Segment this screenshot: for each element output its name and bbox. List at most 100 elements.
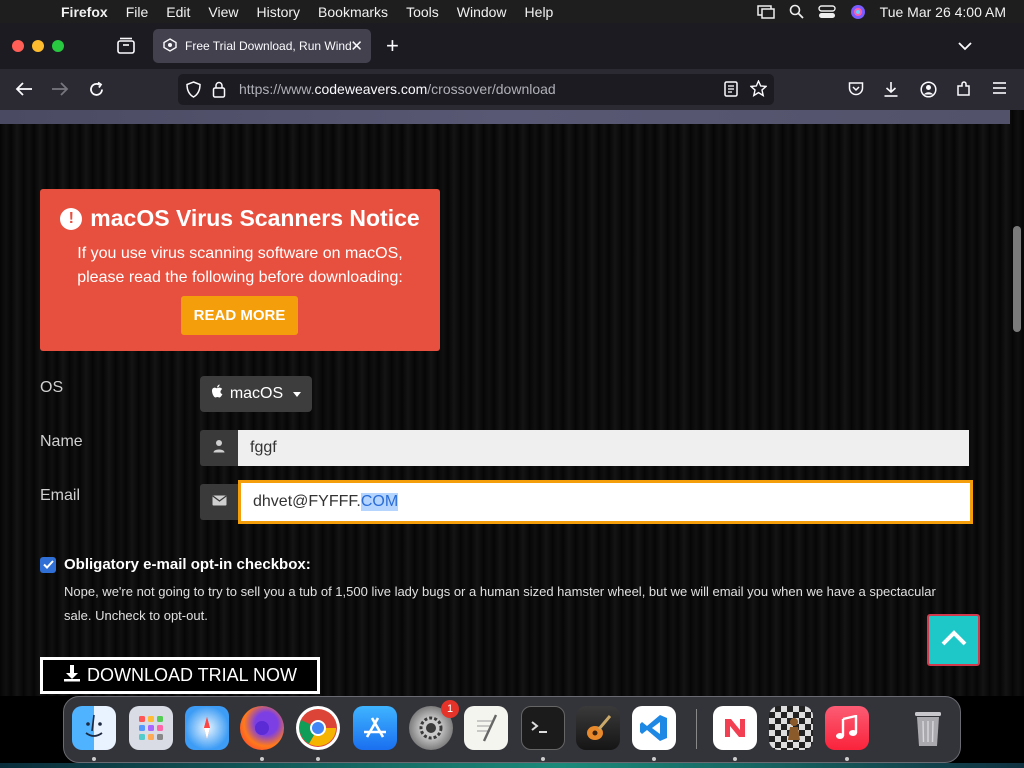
virus-scanner-notice: ! macOS Virus Scanners Notice If you use … [40, 189, 440, 351]
finder-icon[interactable] [72, 706, 116, 750]
firefox-running-dot [260, 757, 264, 761]
extensions-icon[interactable] [956, 81, 972, 102]
name-input-value: fggf [250, 439, 277, 456]
email-label: Email [40, 487, 81, 504]
app-menu-hamburger-icon[interactable] [992, 81, 1007, 100]
checkmark-icon [42, 556, 54, 574]
download-trial-button[interactable]: DOWNLOAD TRIAL NOW [40, 657, 320, 694]
secure-lock-icon[interactable] [212, 81, 226, 103]
pocket-icon[interactable] [848, 81, 864, 101]
notice-text: If you use virus scanning software on ma… [60, 242, 420, 290]
read-more-button[interactable]: READ MORE [181, 296, 298, 335]
optin-description: Nope, we're not going to try to sell you… [64, 580, 964, 628]
close-window-button[interactable] [12, 40, 24, 52]
window-controls [12, 40, 64, 52]
finder-running-dot [92, 757, 96, 761]
news-running-dot [733, 757, 737, 761]
menu-clock[interactable]: Tue Mar 26 4:00 AM [880, 4, 1006, 20]
exclamation-icon: ! [60, 207, 83, 230]
new-tab-button[interactable]: + [386, 35, 399, 57]
launchpad-icon[interactable] [129, 706, 173, 750]
page-scrollbar-thumb[interactable] [1013, 226, 1021, 332]
optin-checkbox-label[interactable]: Obligatory e-mail opt-in checkbox: [64, 556, 311, 573]
scroll-to-top-button[interactable] [927, 614, 980, 666]
notice-line-2: please read the following before downloa… [77, 269, 403, 286]
email-addon [200, 484, 238, 520]
tracking-protection-shield-icon[interactable] [186, 81, 201, 103]
chrome-icon[interactable] [296, 706, 340, 750]
back-arrow-icon[interactable] [15, 81, 33, 102]
downloads-icon[interactable] [883, 81, 899, 102]
screen-mirroring-icon[interactable] [756, 4, 775, 19]
music-running-dot [845, 757, 849, 761]
garageband-icon[interactable] [576, 706, 620, 750]
menu-bookmarks[interactable]: Bookmarks [309, 4, 397, 20]
email-input[interactable]: dhvet@FYFFF. COM [238, 480, 973, 524]
safari-icon[interactable] [185, 706, 229, 750]
url-bar[interactable]: https://www.codeweavers.com/crossover/do… [178, 74, 774, 105]
menu-view[interactable]: View [199, 4, 247, 20]
firefox-icon[interactable] [240, 706, 284, 750]
menu-window[interactable]: Window [448, 4, 516, 20]
tab-active[interactable]: Free Trial Download, Run Windo ✕ [153, 29, 371, 63]
name-label: Name [40, 433, 83, 450]
desktop-wallpaper-strip [0, 763, 1024, 768]
chevron-up-icon [940, 629, 968, 651]
reader-view-icon[interactable] [724, 81, 738, 102]
firefox-view-icon[interactable] [116, 37, 136, 55]
optin-description-line-1: Nope, we're not going to try to sell you… [64, 584, 936, 599]
close-tab-icon[interactable]: ✕ [350, 37, 363, 55]
envelope-icon [211, 493, 227, 511]
menu-tools[interactable]: Tools [397, 4, 448, 20]
menu-edit[interactable]: Edit [157, 4, 199, 20]
notice-heading: ! macOS Virus Scanners Notice [40, 205, 440, 232]
optin-checkbox[interactable] [40, 557, 56, 573]
dock-separator [696, 709, 697, 749]
control-center-icon[interactable] [817, 4, 836, 19]
bookmark-star-icon[interactable] [749, 79, 768, 102]
browser-nav-bar: https://www.codeweavers.com/crossover/do… [0, 69, 1024, 110]
system-settings-icon[interactable]: 1 [409, 700, 459, 750]
url-path: /crossover/download [427, 81, 556, 97]
user-icon [212, 439, 226, 458]
tab-title: Free Trial Download, Run Windo [185, 39, 351, 53]
menu-app-firefox[interactable]: Firefox [52, 4, 117, 20]
forward-arrow-icon[interactable] [51, 81, 69, 102]
browser-tab-bar: Free Trial Download, Run Windo ✕ + [0, 23, 1024, 69]
spotlight-search-icon[interactable] [789, 4, 804, 19]
siri-icon[interactable] [850, 4, 866, 20]
music-icon[interactable] [825, 706, 869, 750]
list-all-tabs-chevron-icon[interactable] [958, 38, 972, 56]
url-prefix: https://www. [239, 81, 315, 97]
dropdown-caret-icon [293, 391, 302, 397]
trash-icon[interactable] [906, 706, 950, 750]
terminal-running-dot [541, 757, 545, 761]
email-input-value: dhvet@FYFFF. [253, 493, 361, 510]
url-domain: codeweavers.com [314, 81, 428, 97]
menu-help[interactable]: Help [516, 4, 563, 20]
macos-menu-bar: Firefox File Edit View History Bookmarks… [0, 0, 1024, 23]
optin-description-line-2: sale. Uncheck to opt-out. [64, 608, 208, 623]
chess-icon[interactable] [769, 706, 813, 750]
os-dropdown[interactable]: macOS [200, 376, 312, 412]
account-icon[interactable] [920, 81, 937, 103]
menu-file[interactable]: File [117, 4, 158, 20]
news-icon[interactable] [713, 706, 757, 750]
download-icon [63, 664, 81, 687]
zoom-window-button[interactable] [52, 40, 64, 52]
os-label: OS [40, 379, 64, 396]
terminal-icon[interactable] [521, 706, 565, 750]
vscode-icon[interactable] [632, 706, 676, 750]
page-header-strip [0, 110, 1010, 124]
app-store-icon[interactable] [353, 706, 397, 750]
name-input[interactable]: fggf [238, 430, 969, 466]
menu-history[interactable]: History [247, 4, 309, 20]
os-selected-value: macOS [229, 385, 284, 402]
reload-icon[interactable] [88, 81, 105, 103]
url-text[interactable]: https://www.codeweavers.com/crossover/do… [239, 81, 556, 97]
notice-line-1: If you use virus scanning software on ma… [77, 245, 403, 262]
minimize-window-button[interactable] [32, 40, 44, 52]
name-addon [200, 430, 238, 466]
textedit-icon[interactable] [464, 706, 508, 750]
notice-title: macOS Virus Scanners Notice [90, 205, 420, 231]
